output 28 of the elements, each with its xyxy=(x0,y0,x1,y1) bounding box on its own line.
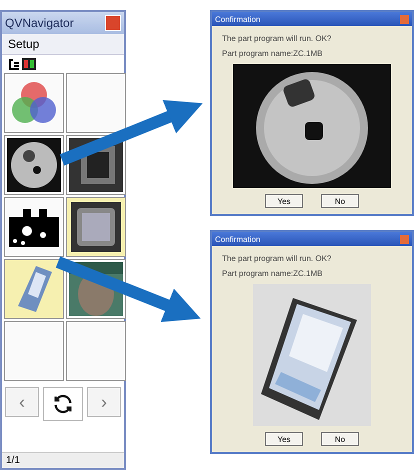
thumbnail-tile[interactable] xyxy=(4,321,64,381)
dialog-button[interactable]: No xyxy=(321,194,359,208)
disc-image-icon xyxy=(7,138,61,192)
thumbnail-tile[interactable] xyxy=(4,135,64,195)
message-text: The part program will run. OK? xyxy=(222,34,332,43)
dialog-title: Confirmation xyxy=(215,234,260,244)
thumbnail-tile[interactable] xyxy=(4,73,64,133)
tree-icon[interactable] xyxy=(8,58,20,70)
chip-image-icon xyxy=(71,202,121,252)
thumbnail-tile[interactable] xyxy=(66,197,126,257)
window-title: QVNavigator xyxy=(5,16,74,30)
dialog-title: Confirmation xyxy=(215,14,260,24)
close-button[interactable] xyxy=(105,15,121,31)
refresh-icon xyxy=(52,393,74,415)
page-status: 1/1 xyxy=(2,452,124,468)
dialog-button[interactable]: Yes xyxy=(265,432,303,446)
thumbnail-tile[interactable] xyxy=(66,321,126,381)
message-text: Part program name:ZC.1MB xyxy=(222,49,322,58)
message-text: The part program will run. OK? xyxy=(222,254,332,263)
grid-view-icon[interactable] xyxy=(22,58,36,70)
dialog-button[interactable]: Yes xyxy=(265,194,303,208)
refresh-button[interactable] xyxy=(43,387,83,421)
thumbnail-tile[interactable] xyxy=(66,73,126,133)
message-text: Part program name:ZC.1MB xyxy=(222,269,322,278)
menu-item[interactable]: Setup xyxy=(2,34,124,55)
dialog-button[interactable]: No xyxy=(321,432,359,446)
thumbnail-tile[interactable] xyxy=(4,197,64,257)
thumbnail-tile[interactable] xyxy=(4,259,64,319)
